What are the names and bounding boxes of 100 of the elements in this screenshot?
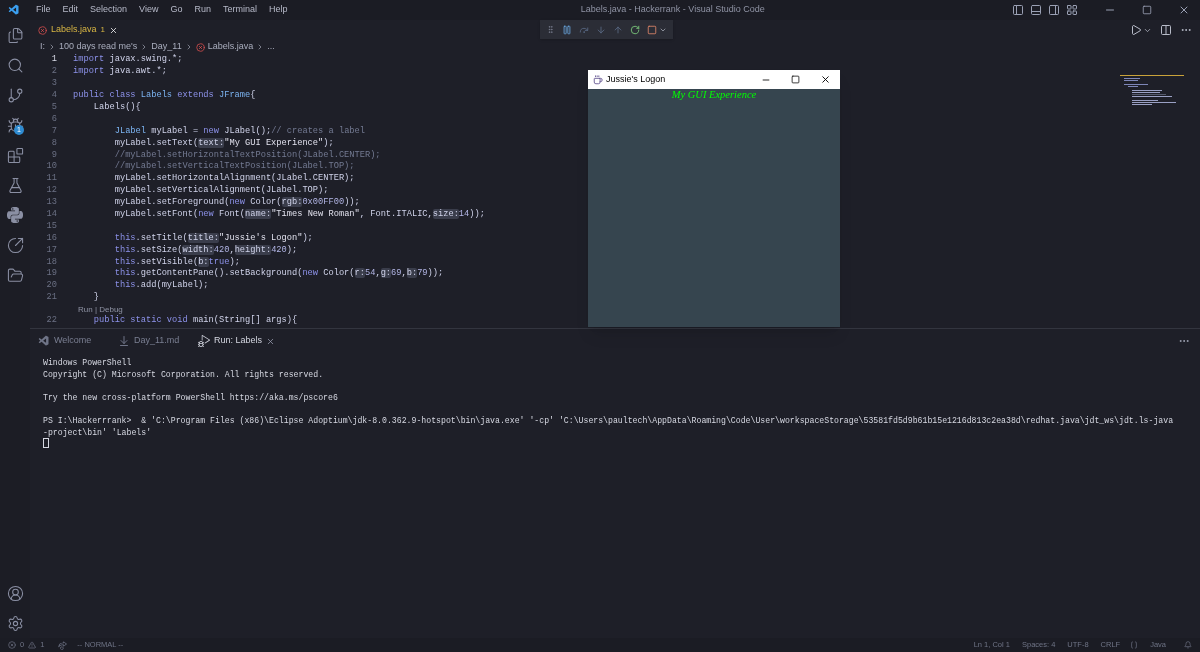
terminal-line: PS I:\Hackerrrank> & 'C:\Program Files (x86)\Eclipse Adoptium\jdk-8.0.362.9-hotspot\bin\java.exe' '-cp' 'C:\Users\paultech\AppData\Roaming\Code\User\workspaceStorage\53581fd5d9b61b15e1216d813c2ea38d\redhat.java\jdt_ws\jdt.ls-java <box>43 414 1175 427</box>
vscode-icon <box>38 335 50 347</box>
layout-icon[interactable] <box>1066 4 1078 16</box>
vscode-logo-icon <box>8 4 20 16</box>
line-number: 8 <box>50 136 58 150</box>
stop-icon[interactable] <box>647 24 657 35</box>
breadcrumb[interactable]: Day_11 <box>151 40 182 54</box>
code-line: myLabel.setText(text:"My GUI Experience"); <box>113 136 334 150</box>
search-icon[interactable] <box>6 56 24 74</box>
folder-icon[interactable] <box>6 266 24 284</box>
menu-item[interactable]: File <box>30 3 57 17</box>
account-icon[interactable] <box>6 584 24 602</box>
panel-tab[interactable]: Run: Labels <box>190 331 285 351</box>
split-editor-icon[interactable] <box>1160 24 1172 36</box>
menu-item[interactable]: Help <box>262 3 294 17</box>
gui-label: My GUI Experience <box>671 89 757 101</box>
java-window-title: Jussie's Logon <box>606 72 666 86</box>
line-number: 2 <box>50 65 58 79</box>
breadcrumb[interactable]: Labels.java <box>207 40 254 54</box>
java-app-icon <box>593 74 603 85</box>
menu-item[interactable]: Terminal <box>216 3 263 17</box>
terminal-line: Copyright (C) Microsoft Corporation. All rights reserved. <box>43 368 325 381</box>
circle-arrow-icon[interactable] <box>6 236 24 254</box>
close-icon[interactable] <box>820 74 831 85</box>
toggle-panel-icon[interactable] <box>1030 4 1042 16</box>
code-line: public static void main(String[] args){ <box>92 314 298 328</box>
live-share-icon[interactable] <box>58 640 68 650</box>
extensions-icon[interactable] <box>6 146 24 164</box>
code-line: this.add(myLabel); <box>113 279 209 293</box>
line-number: 4 <box>50 89 58 103</box>
breadcrumb[interactable]: I: <box>40 40 45 54</box>
code-line: //myLabel.setHorizontalTextPosition(JLabel.CENTER); <box>113 148 381 161</box>
braces-icon <box>1130 641 1139 649</box>
maximize-icon[interactable] <box>791 75 800 84</box>
line-number: 19 <box>45 267 58 281</box>
run-icon[interactable] <box>1130 24 1142 36</box>
breadcrumb[interactable]: ... <box>267 40 275 54</box>
code-line: myLabel.setHorizontalAlignment(JLabel.CENTER); <box>113 172 355 185</box>
code-line: this.setVisible(b:true); <box>113 255 240 268</box>
line-number: 5 <box>50 101 58 114</box>
restore-icon[interactable] <box>1142 5 1152 15</box>
line-number: 3 <box>50 77 58 91</box>
code-line: myLabel.setVerticalAlignment(JLabel.TOP); <box>113 184 329 197</box>
code-line: import java.awt.*; <box>73 65 167 79</box>
code-line: JLabel myLabel = new JLabel();// creates a label <box>113 124 365 138</box>
debug-icon <box>198 335 210 347</box>
line-number: 12 <box>45 184 58 198</box>
line-number: 14 <box>45 208 58 221</box>
grip-icon[interactable] <box>546 25 555 34</box>
line-number: 22 <box>45 314 58 328</box>
panel-tab[interactable]: Welcome <box>30 331 110 351</box>
code-line: myLabel.setFont(new Font(name:"Times New Roman", Font.ITALIC,size:14)); <box>113 208 485 221</box>
settings-icon[interactable] <box>6 614 24 632</box>
download-icon <box>118 335 130 347</box>
code-line: public class Labels extends JFrame{ <box>73 89 256 102</box>
toggle-secondary-sidebar-icon[interactable] <box>1048 4 1060 16</box>
source-control-icon[interactable] <box>6 86 24 104</box>
menu-item[interactable]: View <box>133 3 165 17</box>
code-line: //myLabel.setVerticalTextPosition(JLabel.TOP); <box>113 160 355 173</box>
breadcrumb[interactable]: 100 days read me's <box>59 40 138 54</box>
warning-icon <box>28 641 37 649</box>
window-title: Labels.java - Hackerrank - Visual Studio Code <box>580 3 765 17</box>
line-number: 15 <box>45 219 58 233</box>
menu-item[interactable]: Go <box>164 3 189 17</box>
line-number: 16 <box>45 231 58 245</box>
line-number: 6 <box>50 112 58 126</box>
code-line: this.getContentPane().setBackground(new Color(r:54,g:69,b:79)); <box>113 267 444 280</box>
code-line: import javax.swing.*; <box>73 54 183 66</box>
python-icon[interactable] <box>7 207 23 223</box>
error-icon <box>8 641 16 649</box>
code-line: this.setTitle(title:"Jussie's Logon"); <box>113 231 313 245</box>
close-icon[interactable] <box>1178 4 1190 16</box>
code-line: } <box>92 291 100 305</box>
codelens[interactable]: Run | Debug <box>60 303 123 315</box>
line-number: 18 <box>45 255 58 269</box>
flask-icon[interactable] <box>6 176 24 194</box>
code-line: this.setSize(width:420,height:420); <box>113 243 298 257</box>
line-number: 17 <box>45 243 58 257</box>
run-debug-icon[interactable] <box>6 116 24 134</box>
menu-item[interactable]: Edit <box>56 3 85 17</box>
restart-icon[interactable] <box>630 24 640 35</box>
close-icon[interactable] <box>109 25 118 35</box>
line-number: 1 <box>50 54 58 67</box>
toggle-sidebar-icon[interactable] <box>1012 4 1024 16</box>
line-number: 7 <box>50 124 58 138</box>
line-number: 10 <box>45 160 58 174</box>
terminal-line: Try the new cross-platform PowerShell https://aka.ms/pscore6 <box>43 391 339 404</box>
code-line: myLabel.setForeground(new Color(rgb:0x00FF00)); <box>113 196 360 209</box>
line-number: 13 <box>45 196 58 210</box>
files-icon[interactable] <box>6 26 24 44</box>
code-line: Labels(){ <box>92 101 141 114</box>
menu-item[interactable]: Selection <box>84 3 134 17</box>
line-number: 21 <box>45 291 58 305</box>
minimap-drawing <box>1120 75 1184 107</box>
pause-icon[interactable] <box>562 24 572 35</box>
line-number: 11 <box>45 172 58 186</box>
panel-tab[interactable]: Day_11.md <box>110 331 190 351</box>
error-icon <box>195 42 205 52</box>
error-icon <box>38 25 47 35</box>
menu-item[interactable]: Run <box>188 3 217 17</box>
